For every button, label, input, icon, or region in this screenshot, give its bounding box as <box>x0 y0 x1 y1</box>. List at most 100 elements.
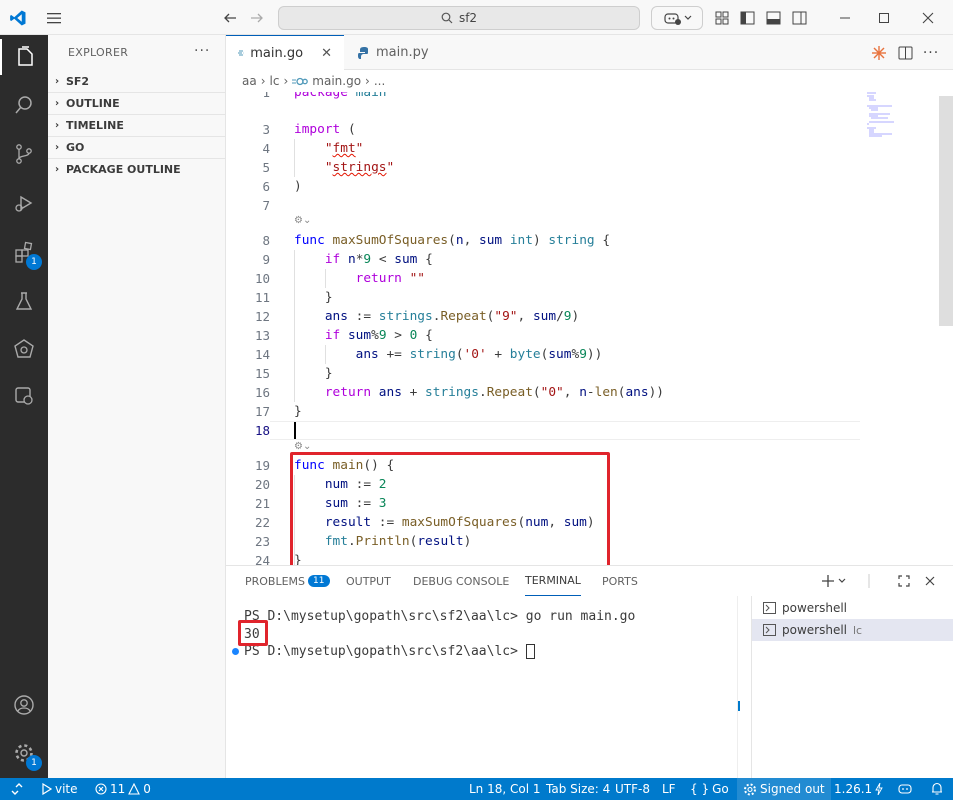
remote-explorer-icon[interactable] <box>0 378 48 414</box>
tab-main-go[interactable]: main.go ✕ <box>226 35 344 70</box>
maximize-icon[interactable] <box>864 0 904 35</box>
toggle-panel-icon[interactable] <box>761 0 785 35</box>
toggle-primary-sidebar-icon[interactable] <box>735 0 759 35</box>
panel-more-icon[interactable] <box>862 566 876 596</box>
chevron-right-icon: › <box>54 120 60 131</box>
notifications-bell-icon[interactable] <box>931 778 943 800</box>
editor-more-actions-icon[interactable]: ··· <box>918 35 944 70</box>
status-language[interactable]: { } Go <box>690 778 729 800</box>
line-number: 16 <box>254 385 270 400</box>
codelens-copilot-icon[interactable]: ⚙⌄ <box>294 441 311 452</box>
remote-indicator-icon[interactable] <box>0 778 34 800</box>
status-vite[interactable]: vite <box>42 778 78 800</box>
code-line: package main <box>294 92 387 100</box>
breadcrumb-item[interactable]: main.go <box>312 74 361 88</box>
line-number: 22 <box>254 515 270 530</box>
breadcrumb-item[interactable]: aa <box>242 74 257 88</box>
status-problems[interactable]: 11 0 <box>95 778 151 800</box>
minimap[interactable] <box>864 92 924 152</box>
code-line: "fmt" <box>324 141 364 156</box>
panel-tab-ports[interactable]: PORTS <box>602 566 638 596</box>
copilot-button[interactable] <box>651 6 703 30</box>
accounts-icon[interactable] <box>0 687 48 723</box>
more-actions-icon[interactable]: ··· <box>194 43 210 59</box>
forward-arrow-icon[interactable] <box>245 0 269 35</box>
search-icon[interactable] <box>0 87 48 123</box>
command-decoration-icon[interactable] <box>232 648 239 655</box>
copilot-chat-icon[interactable] <box>0 331 48 367</box>
go-file-icon <box>292 77 309 85</box>
breadcrumb-item[interactable]: lc <box>270 74 280 88</box>
split-editor-icon[interactable] <box>892 35 918 70</box>
close-tab-icon[interactable]: ✕ <box>321 46 332 61</box>
panel-tab-output[interactable]: OUTPUT <box>346 566 391 596</box>
status-cursor-position[interactable]: Ln 18, Col 1 <box>469 778 541 800</box>
status-go-version[interactable]: 1.26.1 <box>834 778 883 800</box>
terminal-list: powershell powershell lc <box>751 596 953 779</box>
sidebar-section-go[interactable]: › GO <box>48 136 225 158</box>
extensions-badge: 1 <box>26 254 42 270</box>
sidebar-section-package-outline[interactable]: › PACKAGE OUTLINE <box>48 158 225 180</box>
terminal-item-powershell-lc[interactable]: powershell lc <box>752 619 953 641</box>
panel-tab-terminal[interactable]: TERMINAL <box>525 566 581 596</box>
terminal-scrollbar[interactable] <box>737 596 738 779</box>
status-signed-out[interactable]: Signed out <box>737 778 831 800</box>
extensions-icon[interactable]: 1 <box>0 234 48 270</box>
sidebar-section-sf2[interactable]: › SF2 <box>48 70 225 92</box>
settings-gear-icon[interactable]: 1 <box>0 735 48 771</box>
code-line: "strings" <box>324 160 395 175</box>
code-line: ans := strings.Repeat("9", sum/9) <box>324 309 580 324</box>
code-line: if n*9 < sum { <box>324 252 433 267</box>
line-number: 21 <box>254 496 270 511</box>
menu-icon[interactable] <box>42 0 66 35</box>
terminal-dropdown-chevron-icon[interactable] <box>834 566 850 596</box>
line-number: 3 <box>262 122 270 137</box>
play-icon <box>42 783 52 795</box>
panel-tab-problems[interactable]: PROBLEMS 11 <box>245 566 330 596</box>
source-control-icon[interactable] <box>0 136 48 172</box>
explorer-icon[interactable] <box>0 39 48 75</box>
back-arrow-icon[interactable] <box>218 0 242 35</box>
close-panel-icon[interactable] <box>918 566 942 596</box>
code-editor[interactable]: 1 3 4 5 6 7 8 9 10 11 12 13 14 15 16 17 … <box>226 92 953 565</box>
chevron-right-icon: › <box>54 164 60 175</box>
terminal-item-powershell[interactable]: powershell <box>752 597 953 619</box>
terminal-line-prompt[interactable]: PS D:\mysetup\gopath\src\sf2\aa\lc> <box>244 643 535 661</box>
close-window-icon[interactable] <box>906 0 950 35</box>
warning-icon <box>128 783 141 795</box>
line-number: 13 <box>254 328 270 343</box>
line-number: 19 <box>254 458 270 473</box>
command-center-search[interactable]: sf2 <box>278 6 640 30</box>
code-line: return ans + strings.Repeat("0", n-len(a… <box>324 385 665 400</box>
breadcrumb: aa › lc › main.go › ... <box>226 70 953 92</box>
breadcrumb-item[interactable]: ... <box>374 74 385 88</box>
status-tab-size[interactable]: Tab Size: 4 <box>546 778 610 800</box>
testing-icon[interactable] <box>0 283 48 319</box>
copilot-status-icon[interactable] <box>897 778 913 800</box>
status-bar: vite 11 0 Ln 18, Col 1 Tab Size: 4 UTF-8… <box>0 778 953 800</box>
status-eol[interactable]: LF <box>662 778 676 800</box>
chevron-right-icon: › <box>54 75 60 87</box>
run-debug-icon[interactable] <box>0 185 48 221</box>
go-file-icon <box>238 50 245 56</box>
customize-layout-icon[interactable] <box>710 0 734 35</box>
panel-tab-debug-console[interactable]: DEBUG CONSOLE <box>413 566 509 596</box>
sidebar-section-outline[interactable]: › OUTLINE <box>48 92 225 114</box>
editor-scrollbar[interactable] <box>939 96 953 326</box>
status-encoding[interactable]: UTF-8 <box>615 778 650 800</box>
toggle-secondary-sidebar-icon[interactable] <box>787 0 811 35</box>
copilot-icon <box>663 13 681 25</box>
tab-main-py[interactable]: main.py <box>346 35 458 70</box>
sidebar-section-timeline[interactable]: › TIMELINE <box>48 114 225 136</box>
braces-icon: { } <box>690 782 710 796</box>
gear-account-icon <box>744 783 756 795</box>
codelens-copilot-icon[interactable]: ⚙⌄ <box>294 215 311 226</box>
minimize-icon[interactable] <box>825 0 865 35</box>
line-number: 5 <box>262 160 270 175</box>
line-number: 17 <box>254 404 270 419</box>
maximize-panel-icon[interactable] <box>892 566 916 596</box>
chevron-right-icon: › <box>54 142 60 153</box>
code-line: } <box>294 404 302 419</box>
copilot-sparkle-icon[interactable] <box>866 35 892 70</box>
chevron-right-icon: › <box>283 74 289 88</box>
